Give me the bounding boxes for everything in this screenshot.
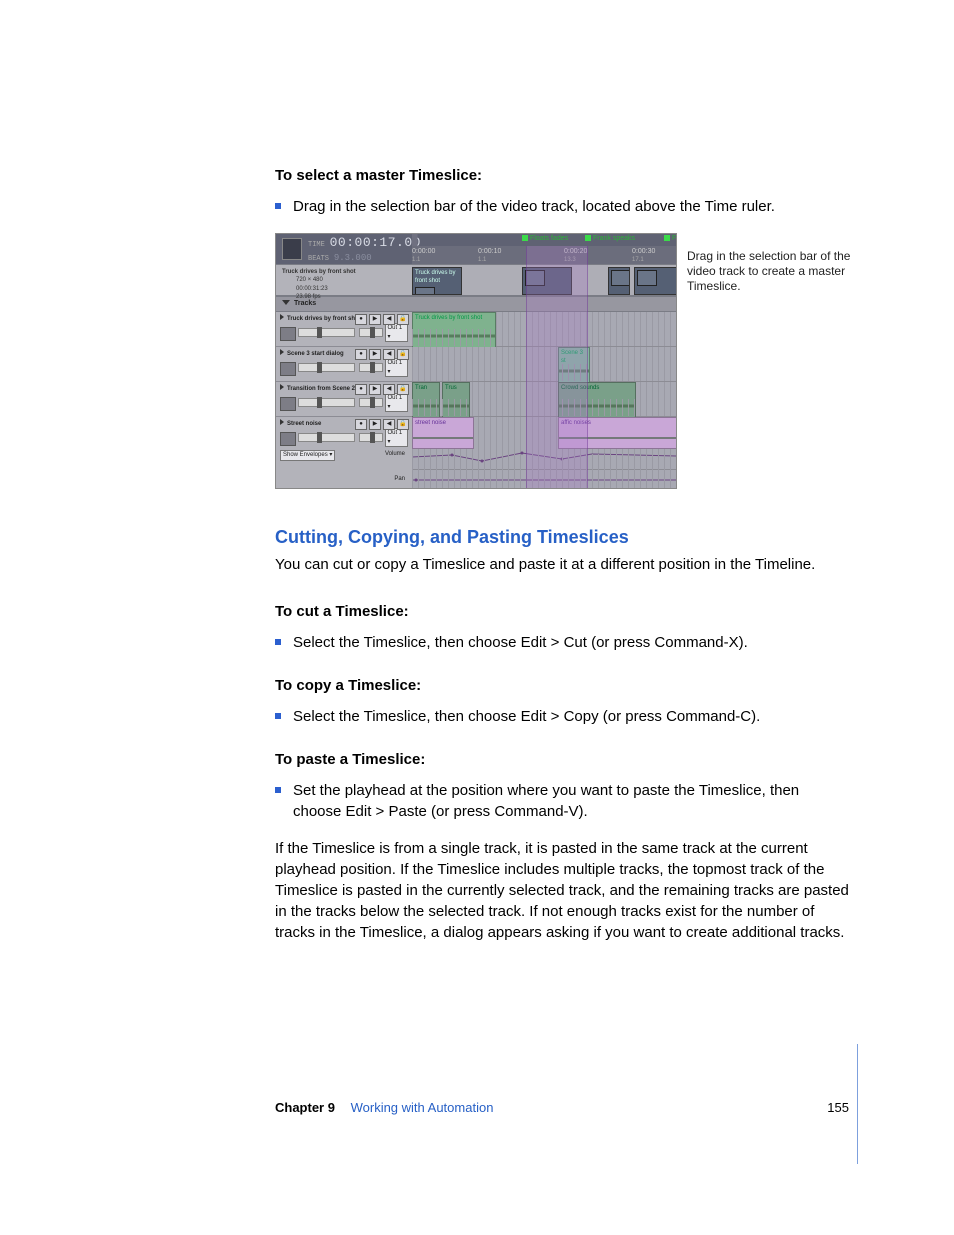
- master-timeslice-selection: [526, 246, 588, 488]
- pan-slider[interactable]: [359, 328, 383, 337]
- record-button[interactable]: ●: [355, 314, 367, 325]
- video-track-panel: Truck drives by front shot 720 × 480 00:…: [276, 265, 412, 295]
- volume-slider[interactable]: [298, 363, 354, 372]
- output-selector[interactable]: Out 1 ▾: [385, 358, 409, 377]
- mute-button[interactable]: ▶: [369, 314, 381, 325]
- audio-clip: Trus: [442, 382, 470, 420]
- audio-clip: Truck drives by front shot: [412, 312, 496, 350]
- audio-track-row: Truck drives by front shotOut 1 ▾●▶◀🔒Tru…: [276, 312, 676, 347]
- lock-button[interactable]: 🔒: [397, 419, 409, 430]
- record-button[interactable]: ●: [355, 384, 367, 395]
- figure-caption: Drag in the selection bar of the video t…: [687, 249, 857, 294]
- output-selector[interactable]: Out 1 ▾: [385, 393, 409, 412]
- track-panel: Street noiseOut 1 ▾●▶◀🔒Show Envelopes ▾V…: [276, 417, 412, 489]
- video-thumb-icon: [282, 238, 302, 260]
- section-heading: Cutting, Copying, and Pasting Timeslices: [275, 525, 849, 550]
- audio-track-row: Street noiseOut 1 ▾●▶◀🔒Show Envelopes ▾V…: [276, 417, 676, 489]
- lock-button[interactable]: 🔒: [397, 384, 409, 395]
- chevron-right-icon: [280, 419, 284, 425]
- marker: Floats fades: [522, 234, 568, 244]
- figure-wrap: TIME 00:00:17.00 BEATS 9.3.000 Floats fa…: [275, 233, 849, 489]
- page-footer: Chapter 9 Working with Automation 155: [0, 1099, 954, 1117]
- lock-button[interactable]: 🔒: [397, 314, 409, 325]
- output-selector[interactable]: Out 1 ▾: [385, 428, 409, 447]
- chevron-right-icon: [280, 314, 284, 320]
- paste-paragraph: If the Timeslice is from a single track,…: [275, 838, 849, 943]
- chevron-right-icon: [280, 384, 284, 390]
- screenshot-figure: TIME 00:00:17.00 BEATS 9.3.000 Floats fa…: [275, 233, 677, 489]
- solo-button[interactable]: ◀: [383, 384, 395, 395]
- timecode: TIME 00:00:17.00 BEATS 9.3.000: [308, 234, 421, 265]
- page-number: 155: [827, 1099, 849, 1117]
- marker: Fade out: [664, 234, 677, 244]
- solo-button[interactable]: ◀: [383, 314, 395, 325]
- show-envelopes-menu[interactable]: Show Envelopes ▾: [280, 450, 335, 460]
- mute-button[interactable]: ▶: [369, 349, 381, 360]
- cut-heading: To cut a Timeslice:: [275, 601, 849, 622]
- select-heading: To select a master Timeslice:: [275, 165, 849, 186]
- track-panel: Scene 3 start dialogOut 1 ▾●▶◀🔒: [276, 347, 412, 381]
- track-icon: [280, 397, 296, 411]
- margin-rule: [857, 1044, 858, 1164]
- solo-button[interactable]: ◀: [383, 349, 395, 360]
- track-panel: Transition from Scene 2Out 1 ▾●▶◀🔒: [276, 382, 412, 416]
- chevron-down-icon: [282, 300, 290, 305]
- marker: Frank speaks: [585, 234, 635, 244]
- cut-bullet: Select the Timeslice, then choose Edit >…: [275, 632, 849, 653]
- video-track-row: Truck drives by front shot 720 × 480 00:…: [276, 264, 676, 296]
- pan-slider[interactable]: [359, 363, 383, 372]
- mute-button[interactable]: ▶: [369, 384, 381, 395]
- track-icon: [280, 432, 296, 446]
- copy-heading: To copy a Timeslice:: [275, 675, 849, 696]
- track-icon: [280, 362, 296, 376]
- select-bullet: Drag in the selection bar of the video t…: [275, 196, 849, 217]
- output-selector[interactable]: Out 1 ▾: [385, 323, 409, 342]
- tracks-container: Truck drives by front shotOut 1 ▾●▶◀🔒Tru…: [276, 312, 676, 489]
- solo-button[interactable]: ◀: [383, 419, 395, 430]
- record-button[interactable]: ●: [355, 419, 367, 430]
- track-panel: Truck drives by front shotOut 1 ▾●▶◀🔒: [276, 312, 412, 346]
- pan-slider[interactable]: [359, 433, 383, 442]
- ruler-tick: 0:00:001.1: [412, 247, 435, 263]
- chapter-label: Chapter 9: [275, 1100, 335, 1115]
- section-intro: You can cut or copy a Timeslice and past…: [275, 554, 849, 575]
- audio-clip: street noise: [412, 417, 474, 449]
- ruler-tick: 0:00:101.1: [478, 247, 501, 263]
- ruler-tick: 0:00:3017.1: [632, 247, 655, 263]
- mute-button[interactable]: ▶: [369, 419, 381, 430]
- marker-bar: Floats fades Frank speaks Fade out: [412, 234, 676, 246]
- volume-slider[interactable]: [298, 328, 354, 337]
- video-clip: [608, 267, 630, 295]
- chapter-title: Working with Automation: [351, 1100, 494, 1115]
- lock-button[interactable]: 🔒: [397, 349, 409, 360]
- audio-clip: Tran: [412, 382, 440, 420]
- video-clip: [634, 267, 677, 295]
- chevron-right-icon: [280, 349, 284, 355]
- volume-slider[interactable]: [298, 398, 354, 407]
- pan-slider[interactable]: [359, 398, 383, 407]
- volume-slider[interactable]: [298, 433, 354, 442]
- audio-track-row: Transition from Scene 2Out 1 ▾●▶◀🔒TranTr…: [276, 382, 676, 417]
- record-button[interactable]: ●: [355, 349, 367, 360]
- audio-track-row: Scene 3 start dialogOut 1 ▾●▶◀🔒Scene 3 s…: [276, 347, 676, 382]
- track-icon: [280, 327, 296, 341]
- paste-bullet: Set the playhead at the position where y…: [275, 780, 849, 822]
- copy-bullet: Select the Timeslice, then choose Edit >…: [275, 706, 849, 727]
- video-clip: Truck drives by front shot: [412, 267, 462, 295]
- paste-heading: To paste a Timeslice:: [275, 749, 849, 770]
